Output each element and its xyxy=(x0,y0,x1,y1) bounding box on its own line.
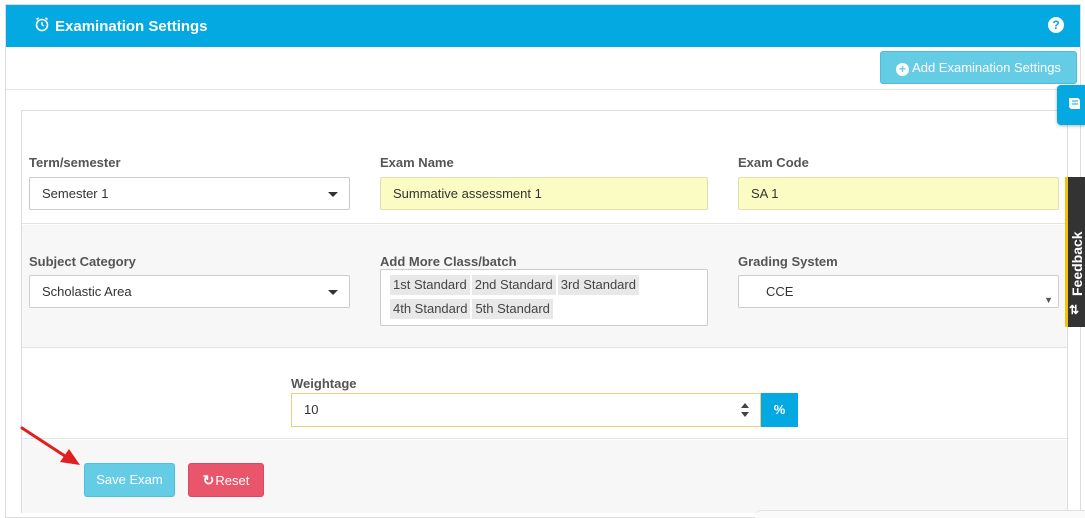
chevron-down-icon: ▼ xyxy=(1044,295,1053,305)
class-tag[interactable]: 3rd Standard xyxy=(557,275,639,295)
classes-multiselect[interactable]: 1st Standard 2nd Standard 3rd Standard 4th … xyxy=(380,269,708,326)
class-tag[interactable]: 5th Standard xyxy=(472,299,553,319)
exam-code-label: Exam Code xyxy=(738,155,809,170)
feedback-label[interactable]: Feedback xyxy=(1069,196,1085,296)
grading-system-select[interactable]: CCE ▼ xyxy=(738,275,1059,308)
pointer-arrow-icon xyxy=(20,426,80,465)
class-tag[interactable]: 4th Standard xyxy=(390,299,471,319)
exam-name-label: Exam Name xyxy=(380,155,454,170)
bottom-panel-edge xyxy=(755,510,1085,518)
term-label: Term/semester xyxy=(29,155,121,170)
exam-name-input[interactable]: Summative assessment 1 xyxy=(380,177,708,210)
book-icon[interactable] xyxy=(1057,85,1085,125)
reset-button[interactable]: ↻Reset xyxy=(188,463,264,497)
examination-settings-panel: Examination Settings ? + Add Examination … xyxy=(5,4,1081,518)
refresh-icon: ↻ xyxy=(202,472,215,488)
stepper-down-icon[interactable] xyxy=(741,412,749,417)
grading-system-value: CCE xyxy=(766,284,794,299)
reset-label: Reset xyxy=(215,473,250,488)
class-tag[interactable]: 1st Standard xyxy=(390,275,470,295)
alarm-clock-icon xyxy=(35,16,49,36)
plus-circle-icon: + xyxy=(896,63,910,76)
subject-category-label: Subject Category xyxy=(29,254,136,269)
save-exam-button[interactable]: Save Exam xyxy=(84,463,175,497)
classes-label: Add More Class/batch xyxy=(380,254,517,269)
class-tag[interactable]: 2nd Standard xyxy=(471,275,556,295)
subject-category-value: Scholastic Area xyxy=(42,284,132,299)
sort-icon: ⇅ xyxy=(1069,303,1080,317)
grading-system-label: Grading System xyxy=(738,254,838,269)
panel-header: Examination Settings ? xyxy=(6,5,1080,47)
exam-name-value: Summative assessment 1 xyxy=(393,186,542,201)
chevron-down-icon xyxy=(328,192,338,197)
term-value: Semester 1 xyxy=(42,186,109,201)
add-examination-settings-button[interactable]: + Add Examination Settings xyxy=(880,51,1077,84)
stepper-up-icon[interactable] xyxy=(741,403,749,408)
page-title: Examination Settings xyxy=(55,18,208,35)
help-icon[interactable]: ? xyxy=(1048,17,1064,33)
divider xyxy=(6,89,1080,90)
add-button-label: Add Examination Settings xyxy=(912,60,1061,75)
weightage-label: Weightage xyxy=(291,376,357,391)
exam-code-input[interactable]: SA 1 xyxy=(738,177,1059,210)
term-select[interactable]: Semester 1 xyxy=(29,177,350,210)
number-stepper[interactable] xyxy=(740,402,750,418)
chevron-down-icon xyxy=(328,290,338,295)
percent-addon: % xyxy=(761,393,798,427)
subject-category-select[interactable]: Scholastic Area xyxy=(29,275,350,308)
exam-form: Term/semester Semester 1 Exam Name Summa… xyxy=(21,110,1068,513)
weightage-value: 10 xyxy=(304,402,319,417)
form-row-actions xyxy=(22,440,1067,513)
weightage-input[interactable]: 10 xyxy=(291,393,761,427)
exam-code-value: SA 1 xyxy=(751,186,779,201)
